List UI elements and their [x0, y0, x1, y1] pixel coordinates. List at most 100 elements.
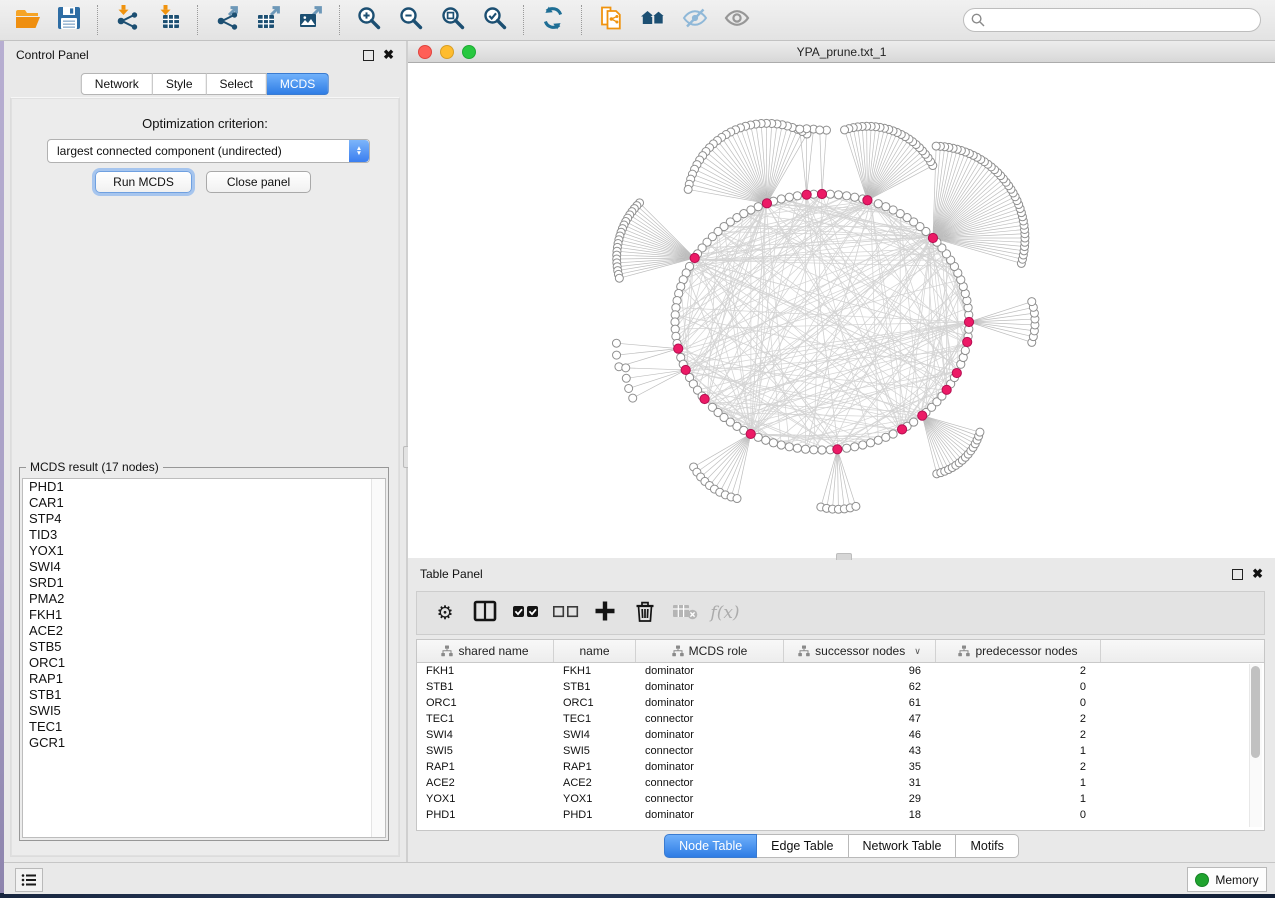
dominator-node[interactable]	[897, 425, 906, 434]
network-graph[interactable]	[408, 63, 1275, 557]
satellite-node[interactable]	[841, 126, 849, 134]
network-canvas[interactable]	[408, 63, 1275, 557]
mcds-result-item[interactable]: STB1	[23, 687, 385, 703]
dominator-node[interactable]	[690, 253, 699, 262]
network-node[interactable]	[810, 446, 818, 454]
mcds-result-item[interactable]: CAR1	[23, 495, 385, 511]
import-table-button[interactable]	[148, 2, 190, 38]
close-panel-icon[interactable]: ✖	[383, 50, 394, 60]
select-all-checkboxes-button[interactable]	[507, 595, 543, 631]
table-row[interactable]: STB1STB1dominator620	[417, 679, 1264, 695]
sort-menu-icon[interactable]: ∨	[914, 646, 921, 657]
mcds-result-item[interactable]: RAP1	[23, 671, 385, 687]
table-row[interactable]: FKH1FKH1dominator962	[417, 663, 1264, 679]
add-column-button[interactable]	[587, 595, 623, 631]
mcds-result-item[interactable]: SRD1	[23, 575, 385, 591]
network-node[interactable]	[910, 418, 918, 426]
network-node[interactable]	[859, 441, 867, 449]
table-scrollbar-thumb[interactable]	[1251, 666, 1260, 758]
satellite-node[interactable]	[852, 502, 860, 510]
first-neighbors-button[interactable]	[632, 2, 674, 38]
tab-mcds[interactable]: MCDS	[267, 73, 329, 95]
task-history-button[interactable]	[15, 868, 43, 892]
satellite-node[interactable]	[932, 142, 940, 150]
tab-motifs[interactable]: Motifs	[956, 834, 1018, 858]
refresh-layout-button[interactable]	[532, 2, 574, 38]
hide-selected-button[interactable]	[674, 2, 716, 38]
deselect-all-checkboxes-button[interactable]	[547, 595, 583, 631]
mcds-result-item[interactable]: ACE2	[23, 623, 385, 639]
network-node[interactable]	[826, 190, 834, 198]
tab-style[interactable]: Style	[153, 73, 207, 95]
import-network-button[interactable]	[106, 2, 148, 38]
mcds-result-item[interactable]: TEC1	[23, 719, 385, 735]
network-node[interactable]	[834, 191, 842, 199]
toggle-columns-button[interactable]	[467, 595, 503, 631]
network-node[interactable]	[851, 443, 859, 451]
column-header-name[interactable]: name	[554, 640, 636, 662]
satellite-node[interactable]	[976, 428, 984, 436]
mcds-result-item[interactable]: TID3	[23, 527, 385, 543]
network-node[interactable]	[785, 443, 793, 451]
mcds-list-scrollbar[interactable]	[371, 479, 385, 837]
network-node[interactable]	[851, 193, 859, 201]
save-session-button[interactable]	[48, 2, 90, 38]
column-header-successor-nodes[interactable]: successor nodes∨	[784, 640, 936, 662]
dominator-node[interactable]	[928, 233, 937, 242]
float-table-panel-icon[interactable]	[1232, 569, 1243, 580]
delete-column-button[interactable]	[627, 595, 663, 631]
dominator-node[interactable]	[802, 190, 811, 199]
dominator-node[interactable]	[762, 199, 771, 208]
mcds-result-item[interactable]: STP4	[23, 511, 385, 527]
tab-network-table[interactable]: Network Table	[849, 834, 957, 858]
network-node[interactable]	[793, 444, 801, 452]
export-table-button[interactable]	[248, 2, 290, 38]
mcds-result-item[interactable]: STB5	[23, 639, 385, 655]
network-node[interactable]	[777, 441, 785, 449]
dominator-node[interactable]	[817, 189, 826, 198]
satellite-node[interactable]	[612, 339, 620, 347]
dominator-node[interactable]	[700, 394, 709, 403]
optimization-criterion-select[interactable]: largest connected component (undirected)…	[47, 139, 370, 163]
tab-node-table[interactable]: Node Table	[664, 834, 757, 858]
mcds-result-item[interactable]: PMA2	[23, 591, 385, 607]
table-row[interactable]: PHD1PHD1dominator180	[417, 807, 1264, 823]
dominator-node[interactable]	[863, 196, 872, 205]
dominator-node[interactable]	[918, 411, 927, 420]
satellite-node[interactable]	[796, 125, 804, 133]
zoom-out-button[interactable]	[390, 2, 432, 38]
network-node[interactable]	[777, 195, 785, 203]
network-node[interactable]	[874, 436, 882, 444]
network-node[interactable]	[882, 203, 890, 211]
column-header-MCDS-role[interactable]: MCDS role	[636, 640, 784, 662]
tab-network[interactable]: Network	[81, 73, 153, 95]
mcds-result-item[interactable]: SWI5	[23, 703, 385, 719]
dominator-node[interactable]	[964, 317, 973, 326]
dominator-node[interactable]	[674, 344, 683, 353]
memory-button[interactable]: Memory	[1187, 867, 1267, 892]
network-node[interactable]	[785, 193, 793, 201]
search-input[interactable]	[963, 8, 1261, 32]
dominator-node[interactable]	[963, 337, 972, 346]
table-row[interactable]: SWI5SWI5connector431	[417, 743, 1264, 759]
satellite-node[interactable]	[684, 185, 692, 193]
network-node[interactable]	[874, 200, 882, 208]
network-node[interactable]	[866, 439, 874, 447]
show-all-button[interactable]	[716, 2, 758, 38]
satellite-node[interactable]	[625, 384, 633, 392]
mcds-result-item[interactable]: SWI4	[23, 559, 385, 575]
tab-select[interactable]: Select	[207, 73, 267, 95]
dominator-node[interactable]	[833, 445, 842, 454]
network-node[interactable]	[843, 444, 851, 452]
dominator-node[interactable]	[746, 429, 755, 438]
satellite-node[interactable]	[1028, 298, 1036, 306]
satellite-node[interactable]	[613, 351, 621, 359]
network-node[interactable]	[793, 192, 801, 200]
network-window-titlebar[interactable]: YPA_prune.txt_1	[408, 41, 1275, 63]
network-node[interactable]	[818, 446, 826, 454]
mcds-result-item[interactable]: ORC1	[23, 655, 385, 671]
mcds-result-item[interactable]: FKH1	[23, 607, 385, 623]
dominator-node[interactable]	[952, 368, 961, 377]
float-window-icon[interactable]	[363, 50, 374, 61]
tab-edge-table[interactable]: Edge Table	[757, 834, 848, 858]
